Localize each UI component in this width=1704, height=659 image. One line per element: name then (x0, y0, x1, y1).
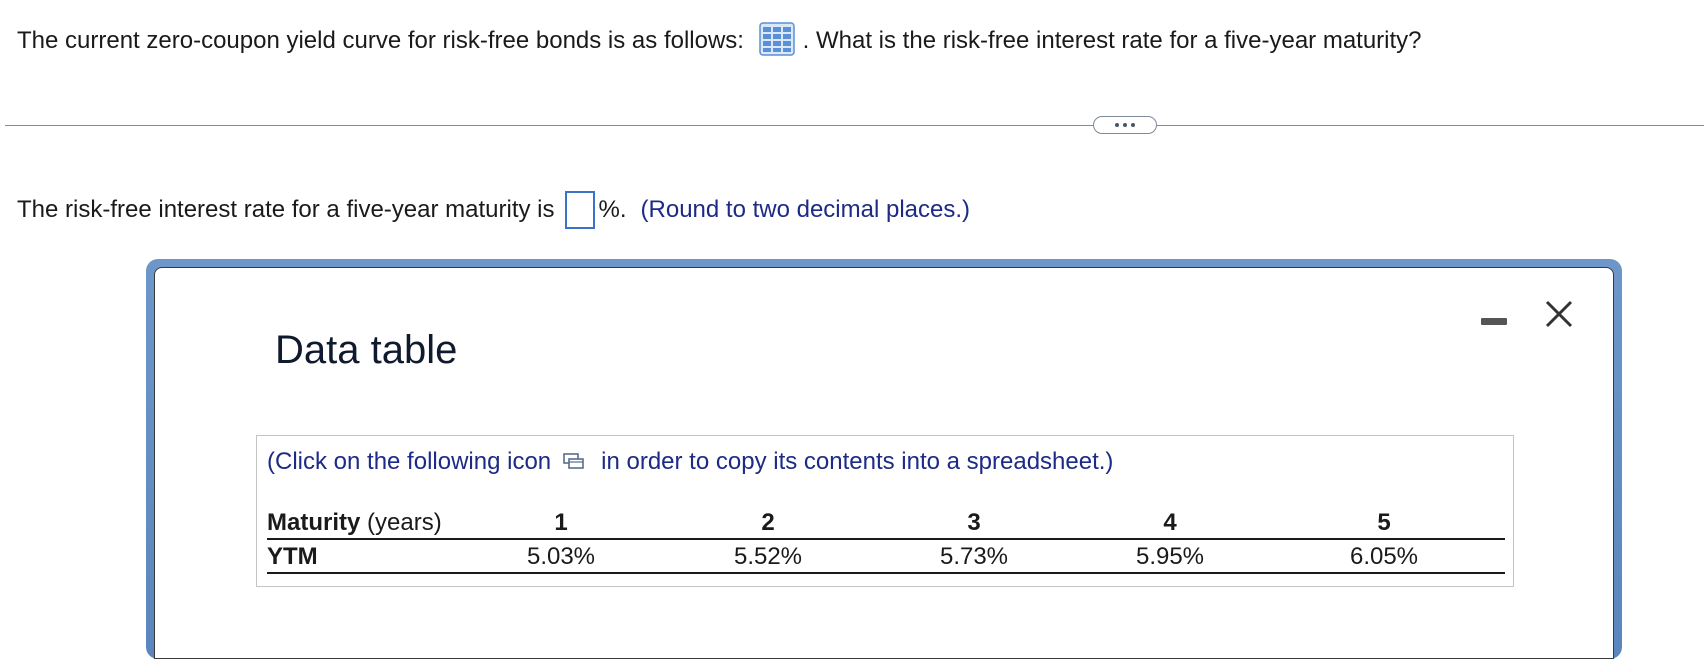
maturity-cell: 4 (1163, 509, 1177, 536)
maturity-cell: 5 (1377, 509, 1391, 536)
ytm-cell: 5.95% (1135, 543, 1205, 570)
maturity-cell: 2 (761, 509, 775, 536)
popup-title: Data table (275, 328, 458, 372)
answer-prefix: The risk-free interest rate for a five-y… (17, 196, 555, 223)
ellipsis-icon (1115, 123, 1119, 127)
ytm-cell: 5.52% (733, 543, 803, 570)
rounding-hint: (Round to two decimal places.) (640, 196, 970, 223)
table-header-row: Maturity (years) 1 2 3 4 5 (267, 508, 1505, 540)
question-text: The current zero-coupon yield curve for … (17, 21, 1422, 56)
question-text-after: . What is the risk-free interest rate fo… (802, 27, 1422, 54)
section-divider (5, 125, 1704, 126)
maturity-cell: 3 (967, 509, 981, 536)
yield-table: Maturity (years) 1 2 3 4 5 YTM 5.03% 5.5… (267, 508, 1505, 574)
ytm-cell: 6.05% (1349, 543, 1419, 570)
ytm-cell: 5.73% (939, 543, 1009, 570)
ellipsis-icon (1131, 123, 1135, 127)
maturity-header-bold: Maturity (267, 509, 361, 536)
copy-note-after: in order to copy its contents into a spr… (601, 448, 1114, 475)
minimize-button[interactable] (1481, 316, 1509, 328)
answer-line: The risk-free interest rate for a five-y… (17, 191, 970, 229)
ytm-row-label: YTM (267, 543, 318, 570)
maturity-header-units: (years) (360, 509, 442, 536)
copy-note-before: (Click on the following icon (267, 448, 552, 475)
maturity-cell: 1 (554, 509, 568, 536)
close-x-icon[interactable] (1543, 298, 1575, 330)
data-table-popup-body: Data table (Click on the following icon … (154, 267, 1614, 659)
maturity-header-label: Maturity (years) (267, 508, 442, 538)
grid-table-icon[interactable] (758, 21, 795, 56)
ytm-cell: 5.03% (526, 543, 596, 570)
table-row: YTM 5.03% 5.52% 5.73% 5.95% 6.05% (267, 540, 1505, 574)
answer-suffix: %. (598, 196, 627, 223)
copy-to-spreadsheet-icon[interactable] (563, 453, 585, 471)
question-text-before: The current zero-coupon yield curve for … (17, 27, 744, 54)
ellipsis-icon (1123, 123, 1127, 127)
more-options-button[interactable] (1093, 116, 1157, 134)
data-table-popup: Data table (Click on the following icon … (146, 259, 1622, 659)
copy-instructions: (Click on the following icon in order to… (267, 448, 1113, 476)
data-table-panel: (Click on the following icon in order to… (256, 435, 1514, 587)
minimize-icon (1481, 318, 1507, 325)
answer-input[interactable] (564, 191, 595, 229)
